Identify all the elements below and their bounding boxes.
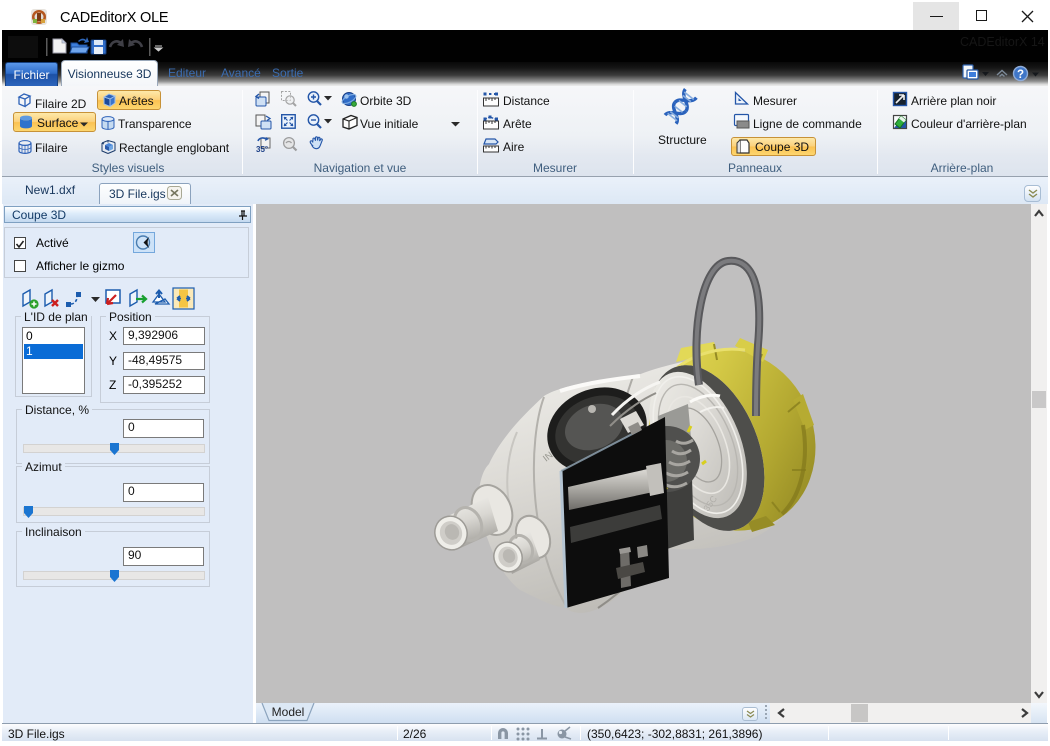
svg-text:?: ? xyxy=(1017,69,1024,81)
svg-text:35°: 35° xyxy=(256,145,268,154)
svg-text:Model: Model xyxy=(272,705,305,719)
